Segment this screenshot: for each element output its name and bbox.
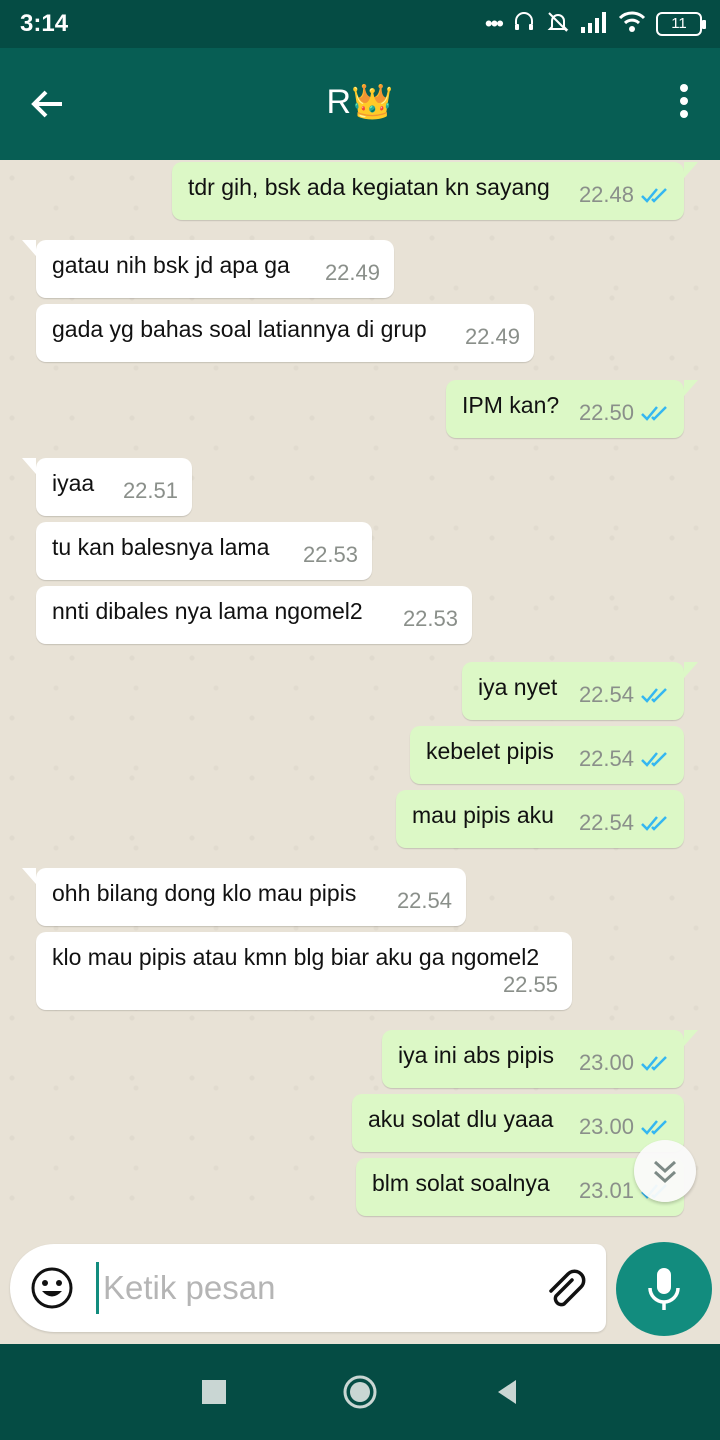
- double-check-icon: [641, 1056, 667, 1071]
- message-composer: [10, 1244, 606, 1332]
- message-text: aku solat dlu yaaa: [368, 1106, 554, 1132]
- mic-icon: [648, 1268, 680, 1310]
- message-text: klo mau pipis atau kmn blg biar aku ga n…: [52, 944, 540, 970]
- message-time: 23.01: [578, 1178, 634, 1203]
- contact-name[interactable]: R👑: [0, 82, 720, 122]
- message-time: 22.54: [578, 682, 634, 707]
- message-text: nnti dibales nya lama ngomel2: [52, 598, 363, 624]
- recents-button[interactable]: [196, 1374, 232, 1410]
- message-meta: 23.00: [579, 1050, 672, 1076]
- message-time: 22.53: [402, 606, 458, 631]
- emoji-button[interactable]: [30, 1266, 74, 1310]
- message-time: 22.51: [122, 478, 178, 503]
- message-time: 22.49: [324, 260, 380, 285]
- chevron-double-down-icon: [653, 1160, 677, 1184]
- message-text: mau pipis aku: [412, 802, 554, 828]
- message-time: 22.48: [578, 182, 634, 207]
- message-outgoing[interactable]: IPM kan? 22.50: [446, 380, 698, 438]
- message-text: blm solat soalnya: [372, 1170, 550, 1196]
- message-time: 22.55: [502, 972, 558, 997]
- message-list[interactable]: tdr gih, bsk ada kegiatan kn sayang 22.4…: [0, 160, 720, 1244]
- message-time: 22.50: [578, 400, 634, 425]
- message-text: gada yg bahas soal latiannya di grup: [52, 316, 427, 342]
- message-meta: 22.49: [465, 324, 520, 350]
- double-check-icon: [641, 752, 667, 767]
- more-notifications-icon: •••: [484, 11, 504, 36]
- message-meta: 22.50: [579, 400, 672, 426]
- paperclip-icon: [549, 1269, 586, 1307]
- message-text: kebelet pipis: [426, 738, 554, 764]
- message-meta: 22.55: [503, 972, 558, 998]
- message-time: 22.54: [578, 746, 634, 771]
- message-incoming[interactable]: klo mau pipis atau kmn blg biar aku ga n…: [36, 932, 572, 1010]
- message-text: tu kan balesnya lama: [52, 534, 270, 560]
- message-incoming[interactable]: gada yg bahas soal latiannya di grup 22.…: [36, 304, 534, 362]
- status-time: 3:14: [20, 10, 69, 37]
- message-meta: 22.53: [403, 606, 458, 632]
- message-meta: 22.54: [579, 746, 672, 772]
- home-button[interactable]: [342, 1374, 378, 1410]
- message-time: 23.00: [578, 1114, 634, 1139]
- double-check-icon: [641, 188, 667, 203]
- message-time: 22.54: [396, 888, 452, 913]
- message-outgoing[interactable]: kebelet pipis 22.54: [410, 726, 684, 784]
- status-bar: 3:14 ••• 11: [0, 0, 720, 48]
- message-incoming[interactable]: nnti dibales nya lama ngomel2 22.53: [36, 586, 472, 644]
- message-meta: 22.54: [397, 888, 452, 914]
- message-text: iya nyet: [478, 674, 558, 700]
- message-outgoing[interactable]: mau pipis aku 22.54: [396, 790, 684, 848]
- headset-icon: [512, 10, 536, 39]
- message-time: 22.54: [578, 810, 634, 835]
- square-icon: [202, 1380, 226, 1404]
- message-incoming[interactable]: ohh bilang dong klo mau pipis 22.54: [22, 868, 466, 926]
- scroll-to-bottom-button[interactable]: [634, 1140, 696, 1202]
- more-vert-icon[interactable]: [678, 84, 690, 128]
- message-time: 22.53: [302, 542, 358, 567]
- double-check-icon: [641, 688, 667, 703]
- message-text: iyaa: [52, 470, 95, 496]
- message-meta: 22.53: [303, 542, 358, 568]
- mic-button[interactable]: [616, 1242, 712, 1336]
- back-nav-button[interactable]: [490, 1374, 526, 1410]
- double-check-icon: [641, 816, 667, 831]
- message-outgoing[interactable]: tdr gih, bsk ada kegiatan kn sayang 22.4…: [172, 162, 698, 220]
- message-text: iya ini abs pipis: [398, 1042, 554, 1068]
- message-time: 23.00: [578, 1050, 634, 1075]
- message-meta: 22.54: [579, 810, 672, 836]
- signal-icon: [580, 11, 608, 38]
- emoji-icon: [31, 1267, 73, 1309]
- message-outgoing[interactable]: iya ini abs pipis 23.00: [382, 1030, 698, 1088]
- bell-off-icon: [546, 10, 570, 39]
- chat-header: R👑: [0, 48, 720, 160]
- attach-button[interactable]: [542, 1266, 586, 1310]
- message-text: gatau nih bsk jd apa ga: [52, 252, 290, 278]
- message-incoming[interactable]: iyaa 22.51: [22, 458, 192, 516]
- message-incoming[interactable]: tu kan balesnya lama 22.53: [36, 522, 372, 580]
- message-meta: 22.54: [579, 682, 672, 708]
- message-text: ohh bilang dong klo mau pipis: [52, 880, 357, 906]
- system-navigation-bar: [0, 1344, 720, 1440]
- message-text: IPM kan?: [462, 392, 560, 418]
- message-input[interactable]: [96, 1262, 516, 1314]
- message-meta: 22.49: [325, 260, 380, 286]
- message-meta: 23.00: [579, 1114, 672, 1140]
- double-check-icon: [641, 406, 667, 421]
- message-text: tdr gih, bsk ada kegiatan kn sayang: [188, 174, 550, 200]
- message-outgoing[interactable]: iya nyet 22.54: [462, 662, 698, 720]
- status-icons: ••• 11: [484, 10, 706, 39]
- battery-indicator: 11: [656, 12, 706, 36]
- message-meta: 22.48: [579, 182, 672, 208]
- message-incoming[interactable]: gatau nih bsk jd apa ga 22.49: [22, 240, 394, 298]
- circle-icon: [343, 1375, 377, 1409]
- message-time: 22.49: [464, 324, 520, 349]
- double-check-icon: [641, 1120, 667, 1135]
- wifi-icon: [618, 11, 646, 38]
- triangle-back-icon: [498, 1380, 516, 1404]
- message-meta: 22.51: [123, 478, 178, 504]
